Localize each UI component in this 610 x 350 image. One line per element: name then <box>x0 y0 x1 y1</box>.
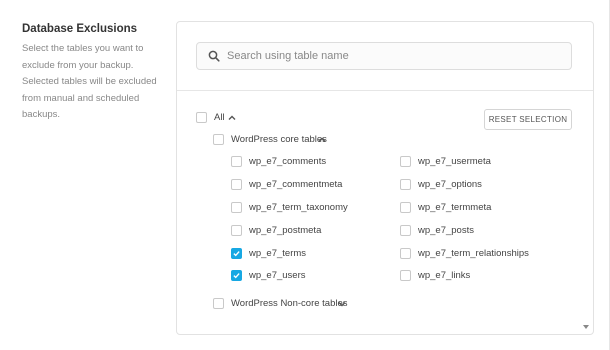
all-label: All <box>214 112 225 123</box>
table-checkbox-termmeta[interactable] <box>400 202 411 213</box>
table-label: wp_e7_posts <box>418 225 474 236</box>
search-input[interactable] <box>227 43 567 69</box>
settings-page: Database Exclusions Select the tables yo… <box>0 0 610 350</box>
section-title: Database Exclusions <box>22 23 138 35</box>
table-label: wp_e7_comments <box>249 156 327 167</box>
noncore-tables-label: WordPress Non-core tables <box>231 298 348 309</box>
noncore-tables-checkbox[interactable] <box>213 298 224 309</box>
table-checkbox-commentmeta[interactable] <box>231 179 242 190</box>
table-label: wp_e7_users <box>249 270 306 281</box>
table-checkbox-terms[interactable] <box>231 248 242 259</box>
scroll-down-arrow-icon[interactable] <box>583 324 589 330</box>
checkmark-icon <box>233 251 240 257</box>
table-label: wp_e7_term_taxonomy <box>249 202 348 213</box>
table-label: wp_e7_usermeta <box>418 156 491 167</box>
table-checkbox-term-taxonomy[interactable] <box>231 202 242 213</box>
core-tables-label: WordPress core tables <box>231 134 327 145</box>
all-checkbox[interactable] <box>196 112 207 123</box>
divider <box>177 90 593 91</box>
table-label: wp_e7_postmeta <box>249 225 322 236</box>
table-checkbox-links[interactable] <box>400 270 411 281</box>
table-checkbox-postmeta[interactable] <box>231 225 242 236</box>
search-icon <box>208 50 220 62</box>
table-label: wp_e7_terms <box>249 248 307 259</box>
section-description: Select the tables you want to exclude fr… <box>22 43 157 120</box>
table-checkbox-usermeta[interactable] <box>400 156 411 167</box>
core-tables-checkbox[interactable] <box>213 134 224 145</box>
reset-selection-button[interactable]: RESET SELECTION <box>484 109 572 130</box>
table-label: wp_e7_options <box>418 179 482 190</box>
table-label: wp_e7_termmeta <box>418 202 492 213</box>
chevron-down-icon[interactable] <box>338 300 346 308</box>
table-label: wp_e7_links <box>418 270 471 281</box>
table-label: wp_e7_commentmeta <box>249 179 343 190</box>
table-checkbox-options[interactable] <box>400 179 411 190</box>
chevron-up-icon[interactable] <box>228 114 236 122</box>
table-checkbox-posts[interactable] <box>400 225 411 236</box>
table-checkbox-comments[interactable] <box>231 156 242 167</box>
table-checkbox-term-relationships[interactable] <box>400 248 411 259</box>
table-label: wp_e7_term_relationships <box>418 248 529 259</box>
table-checkbox-users[interactable] <box>231 270 242 281</box>
search-box <box>196 42 572 70</box>
checkmark-icon <box>233 273 240 279</box>
table-selector-panel: All RESET SELECTION WordPress core table… <box>176 21 594 335</box>
chevron-up-icon[interactable] <box>318 136 326 144</box>
